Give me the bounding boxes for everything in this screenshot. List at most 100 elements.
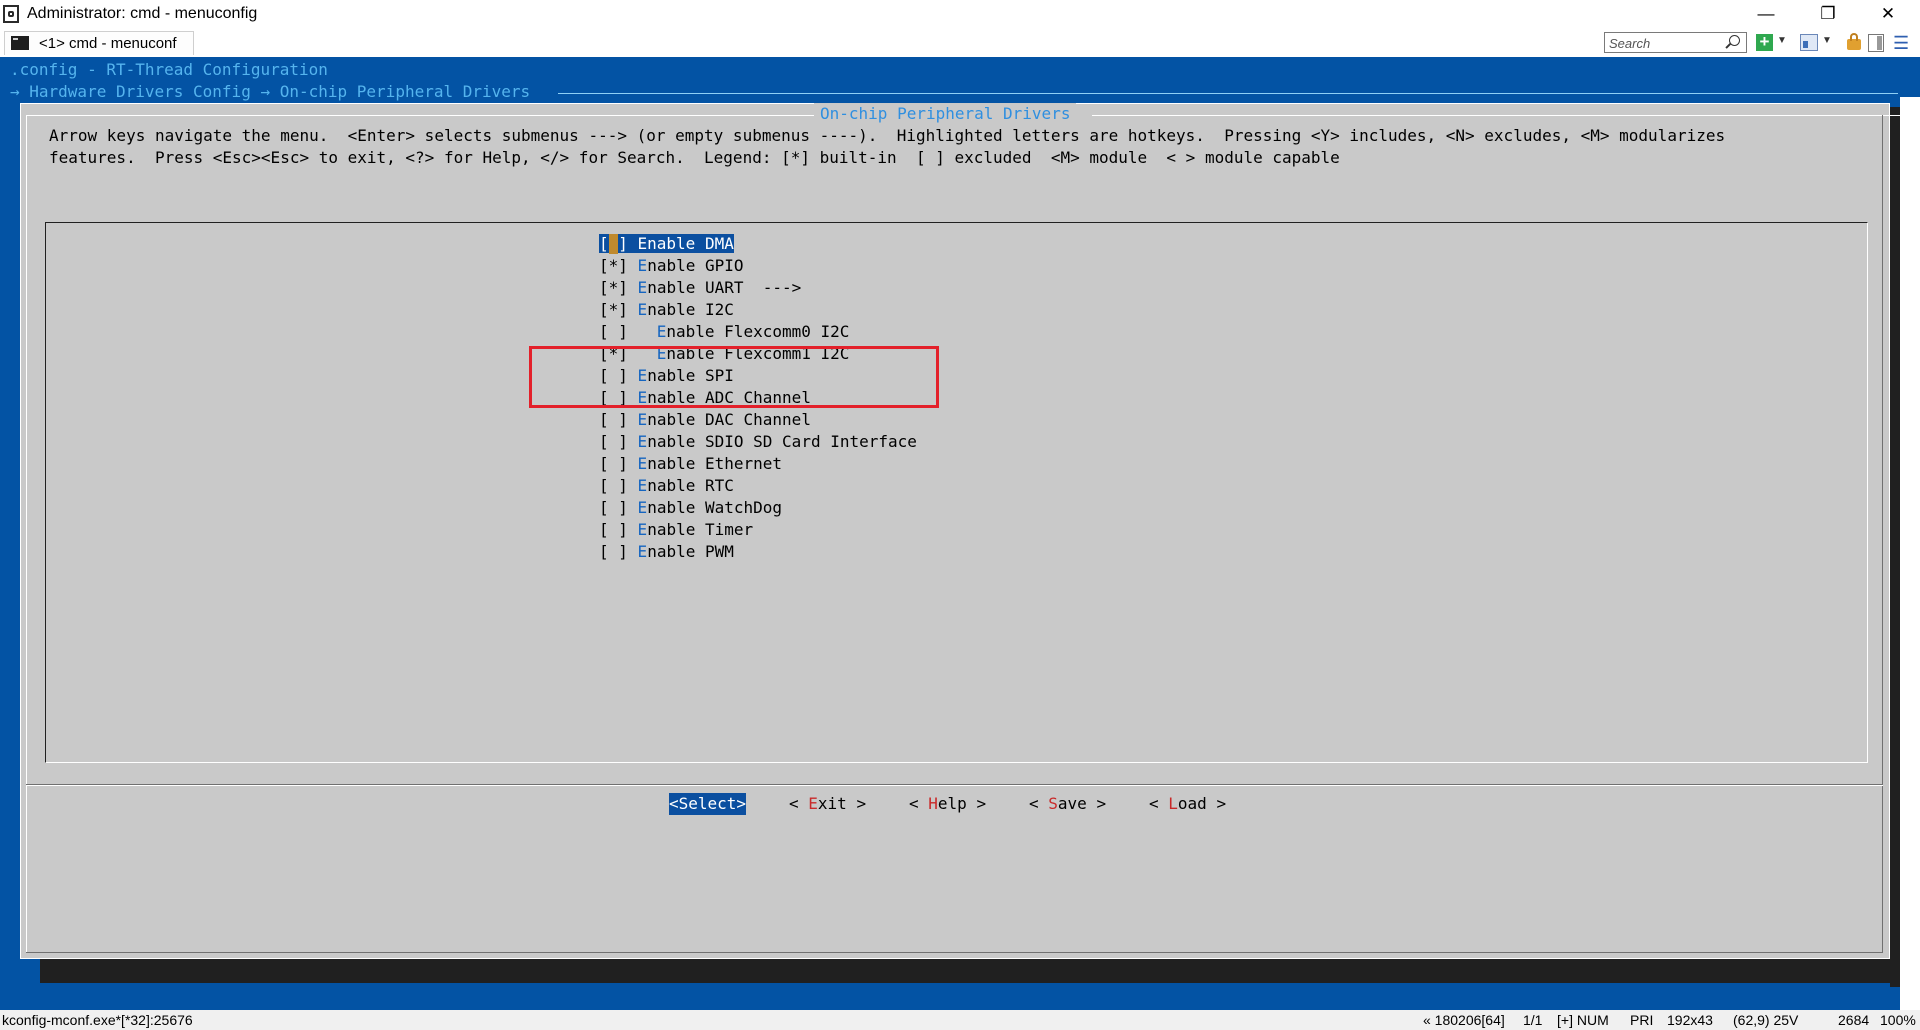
button-hotkey: E [808,794,818,813]
view-dropdown-icon[interactable]: ▼ [1822,35,1832,55]
item-mark: [ ] [599,454,628,473]
item-mark: [ ] [599,542,628,561]
view-icon[interactable] [1800,34,1818,51]
menu-item-sdio[interactable]: [ ] Enable SDIO SD Card Interface [599,431,917,453]
status-flags: [+] NUM [1557,1012,1609,1028]
item-mark: [*] [599,278,628,297]
help-button[interactable]: < Help > [909,793,986,815]
item-label: nable DMA [647,234,734,253]
menu-item-flexcomm0-i2c[interactable]: [ ] Enable Flexcomm0 I2C [599,321,917,343]
item-hotkey: E [657,322,667,341]
status-pid: 2684 [1838,1012,1869,1028]
title-bar: Administrator: cmd - menuconfig — ❐ ✕ [0,0,1920,30]
hamburger-menu-icon[interactable]: ☰ [1893,35,1911,55]
item-label: nable Ethernet [647,454,782,473]
terminal-icon [11,36,29,50]
instructions: Arrow keys navigate the menu. <Enter> se… [49,125,1725,169]
item-label: nable GPIO [647,256,743,275]
menuconfig-dialog: On-chip Peripheral Drivers Arrow keys na… [20,103,1890,959]
dialog-border [26,115,27,953]
save-button[interactable]: < Save > [1029,793,1106,815]
menu-item-ethernet[interactable]: [ ] Enable Ethernet [599,453,917,475]
close-button[interactable]: ✕ [1865,0,1911,30]
dialog-shadow-bottom [40,959,1900,983]
item-mark-close: ] [618,234,637,253]
dialog-border [26,115,814,116]
button-label: ave > [1058,794,1106,813]
button-bracket: < [1029,794,1048,813]
terminal-area[interactable]: .config - RT-Thread Configuration → Hard… [0,57,1920,1010]
lock-icon[interactable] [1847,39,1861,50]
item-hotkey: E [638,432,648,451]
button-bracket: < [789,794,808,813]
item-label: nable WatchDog [647,498,782,517]
breadcrumb-rule [558,93,1898,94]
console-tab[interactable]: <1> cmd - menuconf [4,31,194,55]
tab-bar: <1> cmd - menuconf + ▼ ▼ ☰ [0,30,1920,57]
menu-item-timer[interactable]: [ ] Enable Timer [599,519,917,541]
status-process: kconfig-mconf.exe*[*32]:25676 [2,1012,193,1028]
item-label: nable UART ---> [647,278,801,297]
search-input[interactable] [1604,32,1747,53]
item-label: nable DAC Channel [647,410,811,429]
menu-item-i2c[interactable]: [*] Enable I2C [599,299,917,321]
button-bracket: < [909,794,928,813]
status-zoom: 100% [1880,1012,1916,1028]
menu-list-box [45,222,1868,763]
menu-item-pwm[interactable]: [ ] Enable PWM [599,541,917,563]
item-label: nable I2C [647,300,734,319]
button-label: elp > [938,794,986,813]
item-mark: [ ] [599,498,628,517]
menu-item-dma[interactable]: [] Enable DMA [599,233,917,255]
cursor [609,234,619,254]
dialog-shadow-right [1890,107,1900,987]
minimize-button[interactable]: — [1743,0,1789,30]
item-hotkey: E [638,476,648,495]
item-hotkey: E [638,520,648,539]
item-label: nable SDIO SD Card Interface [647,432,917,451]
item-hotkey: E [638,278,648,297]
item-hotkey: E [638,300,648,319]
console-app-icon [3,5,19,23]
item-mark: [ ] [599,476,628,495]
panel-icon[interactable] [1868,34,1884,52]
config-header: .config - RT-Thread Configuration [10,59,328,81]
breadcrumb: → Hardware Drivers Config → On-chip Peri… [10,81,530,103]
status-size: 192x43 [1667,1012,1713,1028]
item-hotkey: E [638,498,648,517]
dialog-border [1882,115,1883,953]
menu-item-gpio[interactable]: [*] Enable GPIO [599,255,917,277]
menu-item-uart[interactable]: [*] Enable UART ---> [599,277,917,299]
status-build: « 180206[64] [1423,1012,1505,1028]
item-mark: [ ] [599,322,628,341]
item-mark: [ ] [599,432,628,451]
search-icon[interactable] [1729,35,1740,46]
button-hotkey: L [1168,794,1178,813]
item-mark: [ ] [599,410,628,429]
item-label: nable Flexcomm0 I2C [666,322,849,341]
dialog-title: On-chip Peripheral Drivers [814,103,1076,125]
item-hotkey: E [638,542,648,561]
button-hotkey: H [928,794,938,813]
menu-item-rtc[interactable]: [ ] Enable RTC [599,475,917,497]
menu-item-dac[interactable]: [ ] Enable DAC Channel [599,409,917,431]
dialog-border [26,952,1883,953]
item-mark: [*] [599,300,628,319]
item-label: nable PWM [647,542,734,561]
item-mark: [ ] [599,520,628,539]
item-mark: [*] [599,256,628,275]
scrollbar-track[interactable] [1900,97,1920,1010]
select-button[interactable]: <Select> [669,793,746,815]
red-annotation-box [529,346,939,408]
button-separator [26,785,1883,786]
new-console-dropdown-icon[interactable]: ▼ [1777,35,1787,55]
status-page: 1/1 [1523,1012,1542,1028]
restore-button[interactable]: ❐ [1805,0,1851,30]
item-label: nable RTC [647,476,734,495]
menu-item-watchdog[interactable]: [ ] Enable WatchDog [599,497,917,519]
exit-button[interactable]: < Exit > [789,793,866,815]
new-console-icon[interactable]: + [1756,34,1773,51]
item-hotkey: E [638,454,648,473]
item-hotkey: E [638,234,648,253]
load-button[interactable]: < Load > [1149,793,1226,815]
